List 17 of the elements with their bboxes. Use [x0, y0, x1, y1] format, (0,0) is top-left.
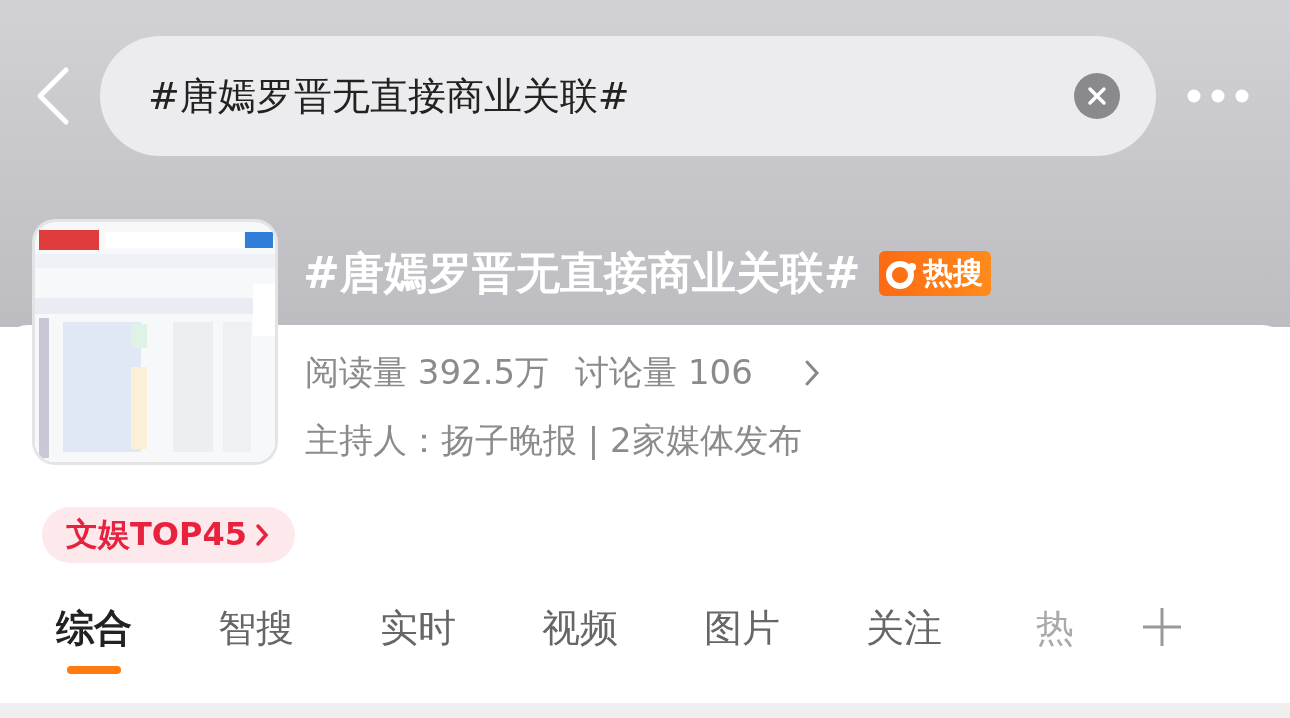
tab[interactable]: 智搜 — [218, 603, 294, 675]
rank-link[interactable]: 文娱TOP45 — [42, 507, 295, 564]
chevron-icon — [255, 523, 269, 548]
tab[interactable]: 关注 — [866, 603, 942, 675]
tab[interactable]: 综合 — [56, 603, 132, 675]
topic-title: #唐嫣罗晋无直接商业关联# — [303, 246, 861, 300]
stat-text: 阅读量 392.5万 — [305, 351, 550, 394]
add-icon[interactable] — [1142, 607, 1182, 648]
clear-icon[interactable] — [1074, 73, 1120, 119]
hot-search-badge: 热搜 — [878, 251, 991, 296]
more-icon[interactable] — [1186, 88, 1250, 104]
search-field[interactable]: #唐嫣罗晋无直接商业关联# — [100, 36, 1156, 156]
stat-text: 讨论量 106 — [575, 351, 753, 394]
host-info: 主持人：扬子晚报 | 2家媒体发布 — [305, 419, 803, 462]
tab[interactable]: 实时 — [380, 603, 456, 675]
tab[interactable]: 图片 — [704, 603, 780, 675]
tab[interactable]: 视频 — [542, 603, 618, 675]
